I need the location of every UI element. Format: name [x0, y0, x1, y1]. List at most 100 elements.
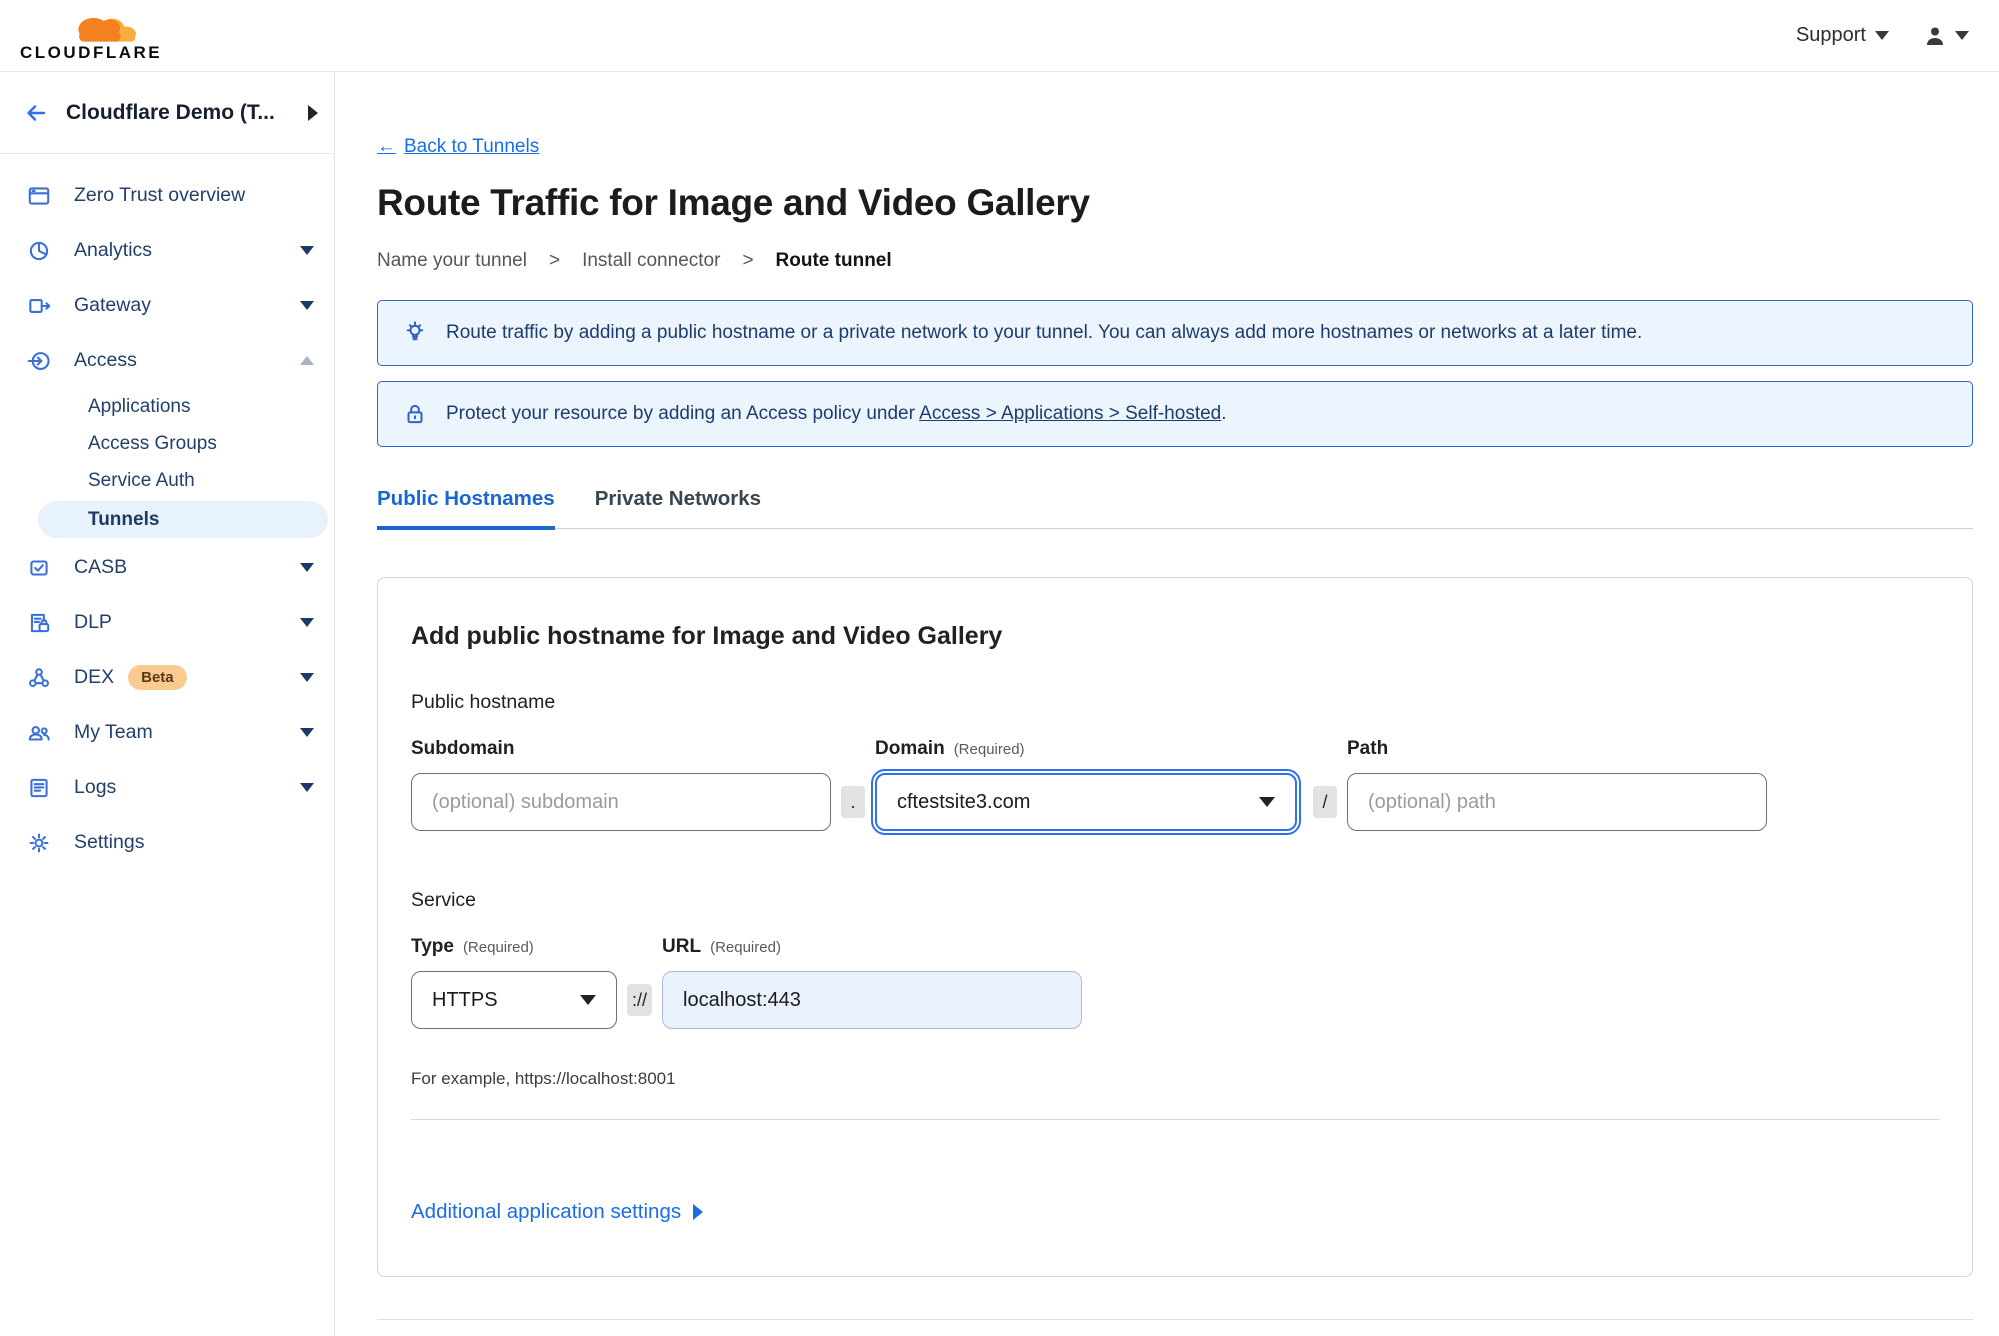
casb-icon: [30, 559, 48, 576]
chevron-down-icon[interactable]: [300, 301, 314, 310]
chevron-down-icon: [1259, 797, 1275, 807]
access-applications-link[interactable]: Access > Applications > Self-hosted: [919, 403, 1221, 424]
lightbulb-icon: [406, 321, 424, 341]
sidebar-item-analytics[interactable]: Analytics: [0, 223, 334, 278]
protect-banner: Protect your resource by adding an Acces…: [377, 381, 1973, 447]
chevron-down-icon[interactable]: [300, 563, 314, 572]
chevron-down-icon: [1955, 31, 1969, 40]
sidebar-item-label: Logs: [74, 776, 117, 798]
account-switcher[interactable]: Cloudflare Demo (T...: [0, 72, 334, 154]
dot-separator: .: [841, 786, 865, 818]
sidebar-item-label: Access Groups: [88, 432, 217, 454]
domain-required-label: (Required): [953, 741, 1025, 758]
sidebar-item-access-groups[interactable]: Access Groups: [0, 425, 334, 462]
back-arrow-icon[interactable]: [24, 101, 48, 125]
gear-icon: [29, 833, 49, 852]
domain-select[interactable]: cftestsite3.com: [871, 769, 1301, 835]
sidebar: Cloudflare Demo (T... Zero Trust overvie…: [0, 72, 335, 1336]
chevron-down-icon[interactable]: [300, 246, 314, 255]
account-name: Cloudflare Demo (T...: [66, 100, 275, 124]
access-subnav: Applications Access Groups Service Auth …: [0, 388, 334, 538]
chevron-down-icon[interactable]: [300, 618, 314, 627]
sidebar-item-label: Zero Trust overview: [74, 184, 246, 206]
url-label: URL: [662, 936, 702, 957]
lock-icon: [407, 404, 423, 424]
additional-settings-toggle[interactable]: Additional application settings: [411, 1200, 704, 1224]
brand-wordmark: CLOUDFLARE: [20, 43, 163, 62]
path-label: Path: [1347, 738, 1389, 759]
back-arrow-glyph: ←: [377, 136, 396, 157]
public-hostname-card: Add public hostname for Image and Video …: [377, 577, 1973, 1277]
sidebar-item-casb[interactable]: CASB: [0, 540, 334, 595]
tab-private-networks[interactable]: Private Networks: [595, 487, 761, 528]
domain-selected-value: cftestsite3.com: [897, 790, 1031, 813]
url-example-text: For example, https://localhost:8001: [411, 1069, 676, 1088]
subdomain-input[interactable]: [411, 773, 831, 831]
tab-public-hostnames[interactable]: Public Hostnames: [377, 487, 555, 530]
sidebar-item-label: My Team: [74, 721, 153, 743]
tip-banner: Route traffic by adding a public hostnam…: [377, 300, 1973, 366]
back-link-label: Back to Tunnels: [404, 136, 540, 157]
main-content: ← Back to Tunnels Route Traffic for Imag…: [335, 72, 1999, 1336]
service-url-input[interactable]: [662, 971, 1083, 1029]
sidebar-item-service-auth[interactable]: Service Auth: [0, 462, 334, 499]
sidebar-item-tunnels[interactable]: Tunnels: [38, 501, 328, 538]
domain-label: Domain: [875, 738, 945, 759]
sidebar-item-label: CASB: [74, 556, 128, 578]
chevron-down-icon: [580, 995, 596, 1005]
breadcrumb-step-route-tunnel: Route tunnel: [775, 250, 892, 271]
protect-banner-text: Protect your resource by adding an Acces…: [446, 403, 1227, 424]
sidebar-item-settings[interactable]: Settings: [0, 815, 334, 870]
sidebar-item-access[interactable]: Access: [0, 333, 334, 388]
sidebar-item-gateway[interactable]: Gateway: [0, 278, 334, 333]
sidebar-item-label: Gateway: [74, 294, 151, 316]
beta-badge: Beta: [128, 665, 187, 690]
sidebar-item-label: Analytics: [74, 239, 153, 261]
sidebar-item-label: DLP: [74, 611, 112, 633]
user-icon: [1927, 27, 1943, 45]
dex-icon: [28, 667, 50, 687]
access-icon: [27, 351, 50, 370]
page-title: Route Traffic for Image and Video Galler…: [377, 182, 1090, 223]
service-type-select[interactable]: HTTPS: [411, 971, 617, 1029]
breadcrumb-step-name-tunnel[interactable]: Name your tunnel: [377, 250, 527, 272]
back-to-tunnels-link[interactable]: ← Back to Tunnels: [377, 136, 539, 158]
sidebar-item-applications[interactable]: Applications: [0, 388, 334, 425]
logs-icon: [30, 778, 48, 797]
sidebar-item-label: Settings: [74, 831, 145, 853]
support-menu[interactable]: Support: [1796, 24, 1889, 47]
footer-divider: [377, 1319, 1973, 1320]
sidebar-item-label: Tunnels: [88, 508, 160, 530]
sidebar-item-zero-trust-overview[interactable]: Zero Trust overview: [0, 168, 334, 223]
chevron-down-icon[interactable]: [300, 673, 314, 682]
chevron-up-icon[interactable]: [300, 356, 314, 365]
breadcrumb-step-install-connector[interactable]: Install connector: [582, 250, 720, 272]
chevron-down-icon[interactable]: [300, 728, 314, 737]
overview-icon: [28, 186, 50, 205]
additional-settings-label: Additional application settings: [411, 1200, 682, 1223]
sidebar-item-logs[interactable]: Logs: [0, 760, 334, 815]
analytics-icon: [29, 241, 49, 260]
sidebar-item-dlp[interactable]: DLP: [0, 595, 334, 650]
sidebar-nav: Zero Trust overview Analytics Gateway Ac…: [0, 154, 334, 870]
user-menu[interactable]: [1923, 24, 1969, 48]
tip-banner-text: Route traffic by adding a public hostnam…: [446, 322, 1643, 343]
slash-separator: /: [1313, 786, 1337, 818]
service-section: Service Type (Required) HTTPS :// URL (R…: [411, 889, 1939, 1089]
sidebar-item-dex[interactable]: DEX Beta: [0, 650, 334, 705]
sidebar-item-label: Applications: [88, 395, 191, 417]
gateway-icon: [29, 298, 51, 313]
chevron-right-icon[interactable]: [308, 104, 318, 121]
type-label: Type: [411, 936, 454, 957]
tab-bar: Public Hostnames Private Networks: [377, 487, 1973, 530]
team-icon: [28, 725, 50, 741]
subdomain-label: Subdomain: [411, 738, 515, 759]
url-required-label: (Required): [710, 939, 781, 956]
path-input[interactable]: [1347, 773, 1767, 831]
scheme-separator: ://: [627, 984, 653, 1016]
chevron-right-icon: [693, 1204, 704, 1220]
breadcrumb-separator: >: [742, 250, 754, 271]
chevron-down-icon[interactable]: [300, 783, 314, 792]
cloudflare-logo: CLOUDFLARE: [20, 10, 170, 61]
sidebar-item-my-team[interactable]: My Team: [0, 705, 334, 760]
